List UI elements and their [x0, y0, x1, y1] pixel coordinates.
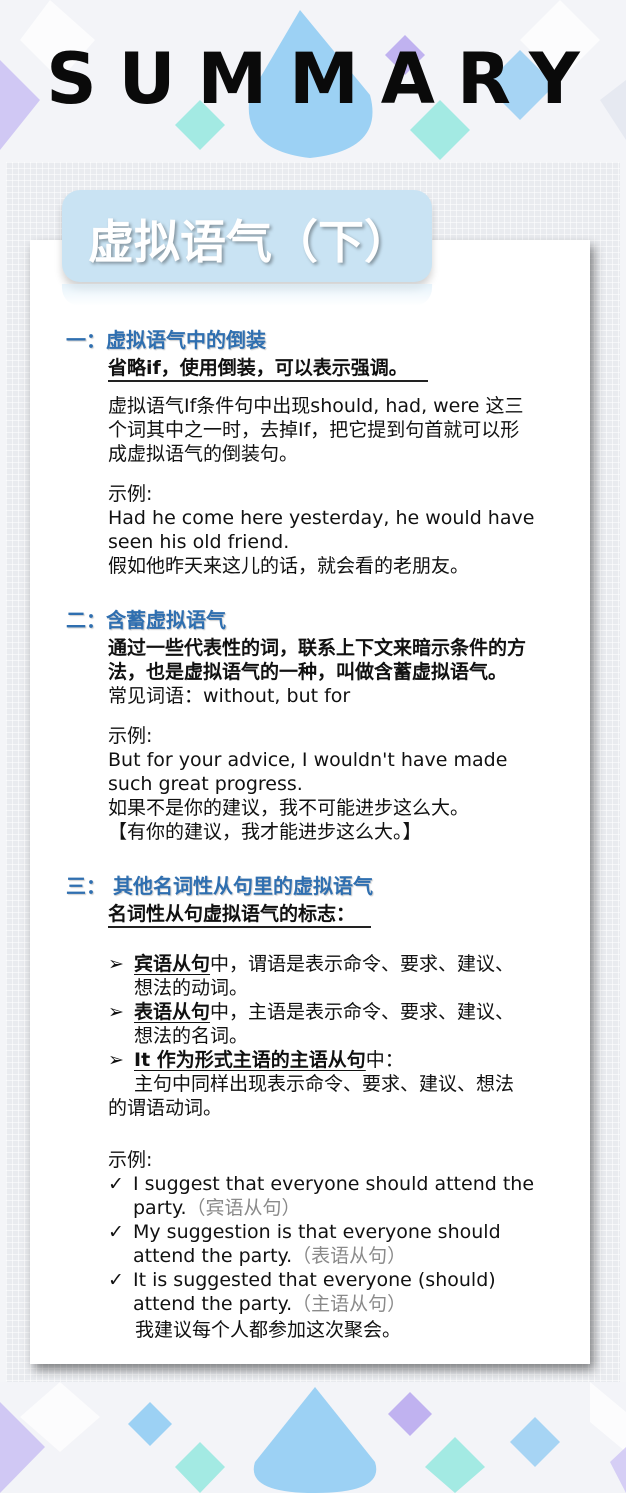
section-1-body-line: 成虚拟语气的倒装句。	[108, 443, 299, 465]
bullet-arrow-icon: ➢	[108, 1001, 124, 1023]
section-1-example-line: seen his old friend.	[108, 531, 290, 553]
section-1-example-line: 假如他昨天来这儿的话，就会看的老朋友。	[108, 555, 470, 577]
example-note: （表语从句）	[292, 1245, 407, 1267]
example-line: I suggest that everyone should attend th…	[133, 1173, 535, 1195]
section-1-heading: 一：虚拟语气中的倒装	[66, 328, 266, 352]
example-line: My suggestion is that everyone should	[133, 1221, 501, 1243]
deco-diamond	[510, 1417, 560, 1467]
header-banner: SUMMARY	[0, 0, 626, 160]
example-note: （宾语从句）	[186, 1197, 301, 1219]
section-2-example-line: such great progress.	[108, 773, 303, 795]
example-text: attend the party.	[133, 1245, 293, 1267]
section-2-heading: 二：含蓄虚拟语气	[66, 608, 226, 632]
bullet-key: 宾语从句	[134, 953, 211, 975]
example-text: attend the party.	[133, 1293, 293, 1315]
check-icon: ✓	[108, 1269, 124, 1291]
example-translation: 我建议每个人都参加这次聚会。	[135, 1319, 402, 1341]
section-1-body-line: 虚拟语气If条件句中出现should, had, were 这三	[108, 395, 524, 417]
section-3-example-label: 示例:	[108, 1149, 153, 1171]
title-tab-reflection	[62, 284, 432, 306]
example-line: attend the party.（表语从句）	[133, 1244, 406, 1268]
bullet-3-body-line: 的谓语动词。	[108, 1097, 223, 1119]
section-1-example-line: Had he come here yesterday, he would hav…	[108, 507, 535, 529]
section-2-common-words: 常见词语：without, but for	[108, 685, 351, 707]
section-2-bold-line: 通过一些代表性的词，联系上下文来暗示条件的方	[108, 637, 527, 659]
bullet-key: It 作为形式主语的主语从句	[134, 1049, 366, 1071]
check-icon: ✓	[108, 1173, 124, 1195]
bullet-3-body-line: 主句中同样出现表示命令、要求、建议、想法	[134, 1073, 515, 1095]
section-2-example-line: 【有你的建议，我才能进步这么大。】	[108, 821, 422, 843]
section-2-example-line: 如果不是你的建议，我不可能进步这么大。	[108, 797, 470, 819]
deco-diamond	[590, 1382, 626, 1452]
example-text: party.	[133, 1197, 187, 1219]
example-line: It is suggested that everyone (should)	[133, 1269, 496, 1291]
section-1-body-line: 个词其中之一时，去掉If，把它提到句首就可以形	[108, 419, 520, 441]
deco-drop	[253, 1387, 377, 1493]
section-2-example-label: 示例:	[108, 725, 153, 747]
bullet-rest: 中，谓语是表示命令、要求、建议、	[210, 953, 515, 975]
tab-title: 虚拟语气（下）	[88, 215, 410, 269]
section-2-example-line: But for your advice, I wouldn't have mad…	[108, 749, 508, 771]
bullet-item: 表语从句中，主语是表示命令、要求、建议、	[134, 1000, 514, 1024]
bullet-continuation: 想法的动词。	[134, 977, 249, 999]
section-1-subheading: 省略if，使用倒装，可以表示强调。	[108, 356, 428, 382]
section-3-subheading: 名词性从句虚拟语气的标志：	[108, 902, 372, 928]
deco-diamond	[175, 1442, 225, 1493]
example-line: party.（宾语从句）	[133, 1196, 301, 1220]
example-line: attend the party.（主语从句）	[133, 1292, 406, 1316]
footer-decoration	[0, 1382, 626, 1493]
deco-diamond	[388, 1392, 432, 1436]
bullet-rest: 中，主语是表示命令、要求、建议、	[210, 1001, 515, 1023]
deco-diamond	[610, 1447, 626, 1493]
footer-banner	[0, 1382, 626, 1493]
bullet-item: 宾语从句中，谓语是表示命令、要求、建议、	[134, 952, 514, 976]
bullet-rest: 中：	[365, 1049, 404, 1071]
bullet-arrow-icon: ➢	[108, 953, 124, 975]
page-title: SUMMARY	[46, 38, 602, 120]
example-note: （主语从句）	[292, 1293, 407, 1315]
check-icon: ✓	[108, 1221, 124, 1243]
bullet-item: It 作为形式主语的主语从句中：	[134, 1048, 404, 1072]
deco-diamond	[128, 1402, 172, 1446]
bullet-key: 表语从句	[134, 1001, 211, 1023]
bullet-arrow-icon: ➢	[108, 1049, 124, 1071]
section-1-example-label: 示例:	[108, 483, 153, 505]
section-2-bold-line: 法，也是虚拟语气的一种，叫做含蓄虚拟语气。	[108, 661, 508, 683]
section-3-heading: 三： 其他名词性从句里的虚拟语气	[66, 874, 373, 898]
deco-diamond	[425, 1437, 485, 1493]
bullet-continuation: 想法的名词。	[134, 1025, 249, 1047]
